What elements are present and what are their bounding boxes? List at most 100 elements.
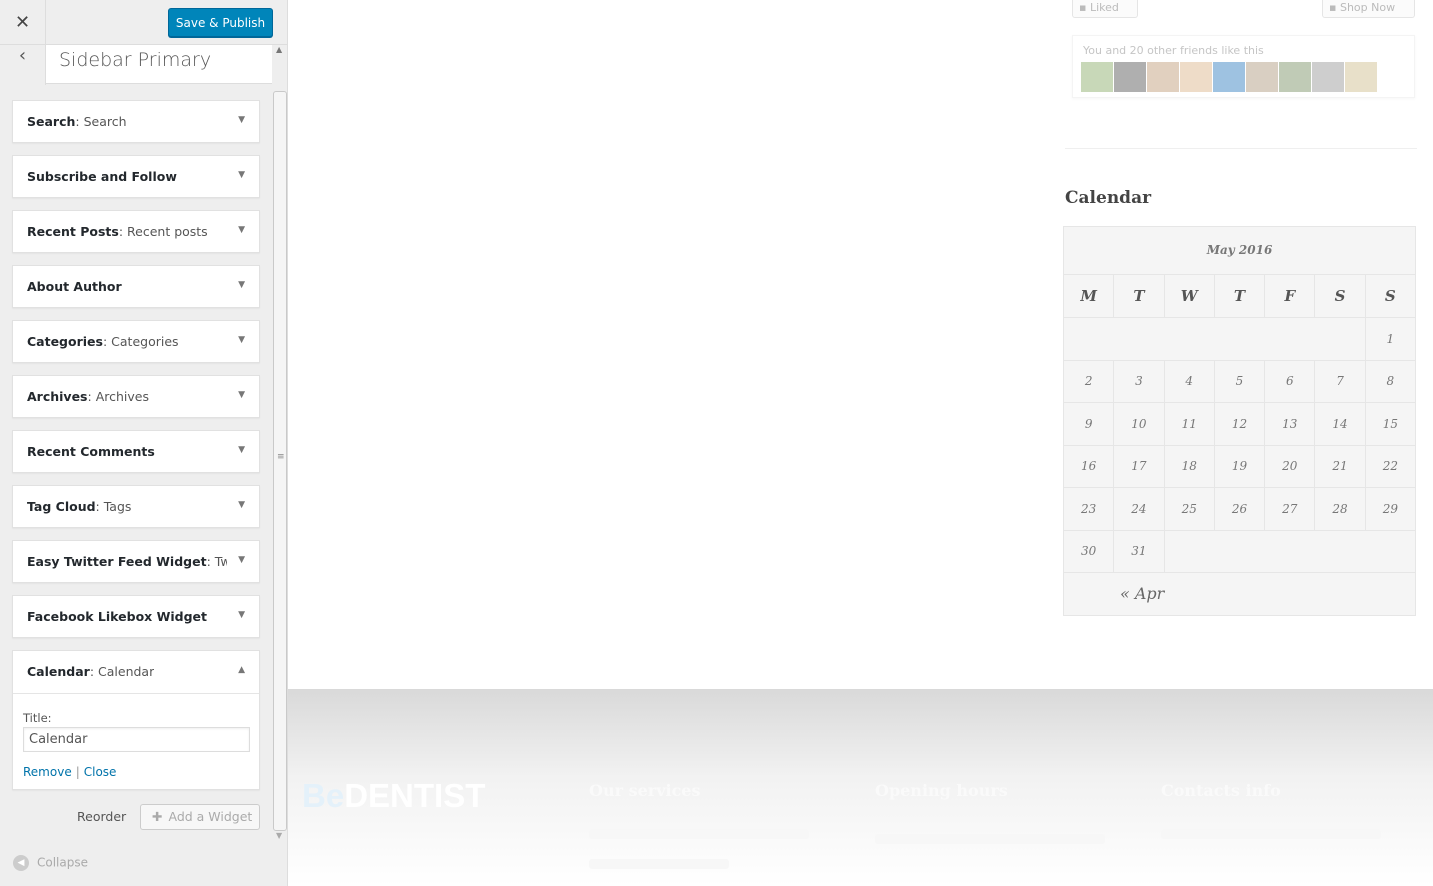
expand-arrow-icon[interactable]: ▼ bbox=[238, 335, 245, 345]
scroll-up-arrow-icon[interactable]: ▲ bbox=[276, 45, 282, 54]
shopping-bag-icon: ▪ bbox=[1329, 1, 1337, 14]
fb-shop-now-button[interactable]: ▪ Shop Now bbox=[1322, 0, 1415, 18]
site-preview: ▪ Liked ▪ Shop Now You and 20 other frie… bbox=[288, 0, 1433, 886]
calendar-weekday: T bbox=[1213, 274, 1266, 318]
add-widget-button[interactable]: ✚ Add a Widget bbox=[140, 804, 260, 830]
friend-avatar[interactable] bbox=[1081, 62, 1113, 92]
widget-list: Search: Search ▼ Subscribe and Follow ▼ … bbox=[12, 100, 260, 802]
calendar-week-row: 9 10 11 12 13 14 15 bbox=[1062, 402, 1417, 446]
footer-placeholder-line bbox=[1161, 829, 1381, 839]
widget-subtitle: : Recent posts bbox=[118, 224, 208, 239]
close-widget-link[interactable]: Close bbox=[84, 765, 117, 779]
calendar-weekday: W bbox=[1163, 274, 1215, 318]
calendar-prev-month-link[interactable]: « Apr bbox=[1120, 584, 1164, 603]
calendar-day: 23 bbox=[1062, 487, 1115, 531]
calendar-day: 2 bbox=[1062, 359, 1115, 403]
widget-categories[interactable]: Categories: Categories ▼ bbox=[12, 320, 260, 363]
widget-name: Archives bbox=[27, 389, 88, 404]
widget-controls: Reorder ✚ Add a Widget bbox=[12, 804, 260, 830]
friend-avatar[interactable] bbox=[1345, 62, 1377, 92]
calendar-weekday-row: MTWTFSS bbox=[1062, 274, 1417, 318]
customizer-sidebar: ✕ Save & Publish ‹ Sidebar Primary ▲ ≡ ▼… bbox=[0, 0, 288, 886]
calendar-weekday: T bbox=[1113, 274, 1165, 318]
expand-arrow-icon[interactable]: ▼ bbox=[238, 390, 245, 400]
expand-arrow-icon[interactable]: ▼ bbox=[238, 115, 245, 125]
calendar-day: 24 bbox=[1113, 487, 1165, 531]
footer-hours-heading: Opening hours bbox=[875, 781, 1008, 800]
section-title: Sidebar Primary bbox=[46, 45, 272, 84]
calendar-day: 25 bbox=[1163, 487, 1215, 531]
calendar-table: May 2016 MTWTFSS 1 2 3 4 5 6 7 8 9 10 11 12 13 14 15 16… bbox=[1062, 226, 1417, 616]
calendar-day: 8 bbox=[1364, 359, 1417, 403]
collapse-label: Collapse bbox=[37, 855, 88, 870]
widget-easy-twitter-feed[interactable]: Easy Twitter Feed Widget: Twi... ▼ bbox=[12, 540, 260, 583]
widget-title: Tag Cloud: Tags bbox=[27, 499, 131, 514]
expand-arrow-icon[interactable]: ▼ bbox=[238, 445, 245, 455]
friend-avatar[interactable] bbox=[1312, 62, 1344, 92]
friend-avatar[interactable] bbox=[1180, 62, 1212, 92]
expand-arrow-icon[interactable]: ▼ bbox=[238, 170, 245, 180]
footer-placeholder-line bbox=[875, 834, 1105, 844]
collapse-sidebar-button[interactable]: ◀ Collapse bbox=[13, 855, 88, 871]
sidebar-scrollbar[interactable]: ▲ ≡ ▼ bbox=[272, 45, 287, 840]
widget-about-author[interactable]: About Author ▼ bbox=[12, 265, 260, 308]
calendar-day: 6 bbox=[1264, 359, 1316, 403]
widget-title: Recent Posts: Recent posts bbox=[27, 224, 208, 239]
expand-arrow-icon[interactable]: ▼ bbox=[238, 610, 245, 620]
calendar-day: 7 bbox=[1314, 359, 1366, 403]
calendar-weekday: S bbox=[1314, 274, 1366, 318]
widget-search[interactable]: Search: Search ▼ bbox=[12, 100, 260, 143]
widget-name: Easy Twitter Feed Widget bbox=[27, 554, 207, 569]
calendar-day: 9 bbox=[1062, 402, 1115, 446]
widget-subscribe-follow[interactable]: Subscribe and Follow ▼ bbox=[12, 155, 260, 198]
save-publish-button[interactable]: Save & Publish bbox=[168, 8, 273, 37]
fb-faces bbox=[1081, 62, 1377, 92]
friend-avatar[interactable] bbox=[1279, 62, 1311, 92]
scroll-thumb[interactable]: ≡ bbox=[273, 91, 287, 831]
calendar-weekday: S bbox=[1364, 274, 1417, 318]
calendar-day: 16 bbox=[1062, 444, 1115, 488]
expand-arrow-icon[interactable]: ▼ bbox=[238, 225, 245, 235]
reorder-link[interactable]: Reorder bbox=[77, 809, 126, 824]
title-field[interactable] bbox=[23, 727, 250, 752]
widget-subtitle: : Search bbox=[75, 114, 127, 129]
close-customizer-button[interactable]: ✕ bbox=[0, 0, 46, 45]
widget-facebook-likebox[interactable]: Facebook Likebox Widget ▼ bbox=[12, 595, 260, 638]
expand-arrow-icon[interactable]: ▼ bbox=[238, 555, 245, 565]
expand-arrow-icon[interactable]: ▼ bbox=[238, 500, 245, 510]
widget-name: Facebook Likebox Widget bbox=[27, 609, 207, 624]
widget-tag-cloud[interactable]: Tag Cloud: Tags ▼ bbox=[12, 485, 260, 528]
widget-subtitle: : Archives bbox=[87, 389, 149, 404]
widget-archives[interactable]: Archives: Archives ▼ bbox=[12, 375, 260, 418]
friend-avatar[interactable] bbox=[1114, 62, 1146, 92]
scroll-down-arrow-icon[interactable]: ▼ bbox=[276, 831, 282, 840]
friend-avatar[interactable] bbox=[1246, 62, 1278, 92]
calendar-day: 15 bbox=[1364, 402, 1417, 446]
calendar-padding bbox=[1063, 317, 1366, 361]
widget-title: Recent Comments bbox=[27, 444, 155, 459]
calendar-nav: « Apr bbox=[1063, 572, 1416, 616]
friend-avatar[interactable] bbox=[1147, 62, 1179, 92]
widget-title: Archives: Archives bbox=[27, 389, 149, 404]
widget-recent-posts[interactable]: Recent Posts: Recent posts ▼ bbox=[12, 210, 260, 253]
expand-arrow-icon[interactable]: ▼ bbox=[238, 280, 245, 290]
widget-title: Categories: Categories bbox=[27, 334, 179, 349]
calendar-day: 27 bbox=[1264, 487, 1316, 531]
fb-liked-button[interactable]: ▪ Liked bbox=[1072, 0, 1138, 18]
collapse-arrow-icon[interactable]: ▲ bbox=[238, 665, 245, 675]
calendar-weekday: F bbox=[1264, 274, 1316, 318]
friend-avatar[interactable] bbox=[1213, 62, 1245, 92]
remove-widget-link[interactable]: Remove bbox=[23, 765, 72, 779]
widget-calendar-header[interactable]: Calendar: Calendar ▲ bbox=[13, 651, 259, 694]
widget-subtitle: : Calendar bbox=[89, 664, 155, 679]
title-field-label: Title: bbox=[23, 711, 52, 725]
calendar-day: 30 bbox=[1062, 529, 1115, 573]
calendar-day: 1 bbox=[1364, 317, 1417, 361]
widget-recent-comments[interactable]: Recent Comments ▼ bbox=[12, 430, 260, 473]
logo-dentist: DENTIST bbox=[344, 777, 486, 814]
facebook-likebox: ▪ Liked ▪ Shop Now You and 20 other frie… bbox=[1063, 0, 1418, 105]
calendar-day: 22 bbox=[1364, 444, 1417, 488]
footer-logo[interactable]: BeDENTIST bbox=[302, 777, 485, 815]
back-button[interactable]: ‹ bbox=[0, 45, 46, 85]
widget-name: About Author bbox=[27, 279, 122, 294]
